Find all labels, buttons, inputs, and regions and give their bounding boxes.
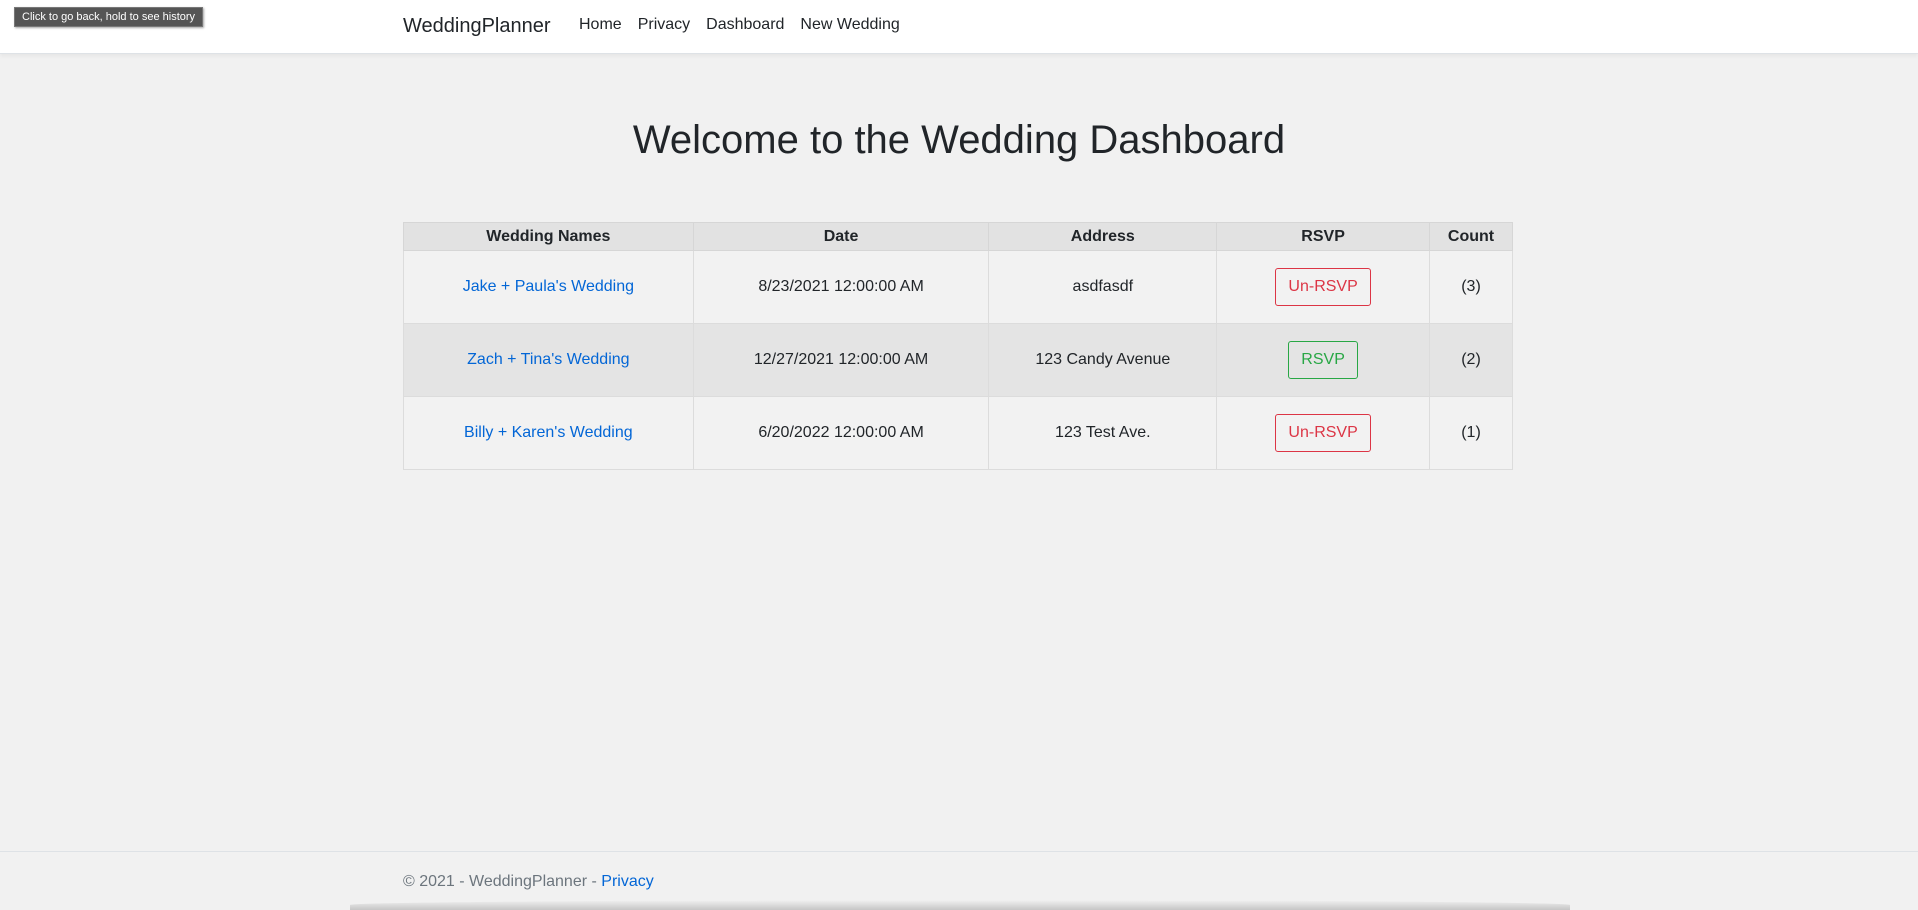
cell-wedding-name: Billy + Karen's Wedding: [403, 396, 694, 470]
cell-count: (3): [1429, 250, 1513, 324]
header-rsvp: RSVP: [1216, 222, 1430, 251]
wedding-link[interactable]: Billy + Karen's Wedding: [464, 424, 633, 441]
wedding-link[interactable]: Jake + Paula's Wedding: [463, 278, 634, 295]
nav-link-new-wedding[interactable]: New Wedding: [792, 15, 907, 35]
header-address: Address: [988, 222, 1218, 251]
cell-date: 12/27/2021 12:00:00 AM: [692, 323, 990, 397]
top-navbar: WeddingPlanner Home Privacy Dashboard Ne…: [0, 0, 1918, 54]
cell-address: 123 Test Ave.: [988, 396, 1218, 470]
cell-date: 8/23/2021 12:00:00 AM: [692, 250, 990, 324]
cell-count: (2): [1429, 323, 1513, 397]
footer-text: © 2021 - WeddingPlanner - Privacy: [403, 872, 654, 892]
un-rsvp-button[interactable]: Un-RSVP: [1275, 414, 1371, 452]
nav-links: Home Privacy Dashboard New Wedding: [571, 15, 908, 35]
footer-copyright: © 2021 - WeddingPlanner -: [403, 873, 602, 890]
cell-rsvp: Un-RSVP: [1216, 396, 1430, 470]
nav-link-dashboard[interactable]: Dashboard: [698, 15, 792, 35]
header-date: Date: [692, 222, 990, 251]
cell-count: (1): [1429, 396, 1513, 470]
header-wedding-names: Wedding Names: [403, 222, 694, 251]
cell-wedding-name: Zach + Tina's Wedding: [403, 323, 694, 397]
header-count: Count: [1429, 222, 1513, 251]
nav-link-home[interactable]: Home: [571, 15, 630, 35]
un-rsvp-button[interactable]: Un-RSVP: [1275, 268, 1371, 306]
page-title: Welcome to the Wedding Dashboard: [632, 118, 1286, 162]
cell-address: asdfasdf: [988, 250, 1218, 324]
table-row: Jake + Paula's Wedding 8/23/2021 12:00:0…: [403, 250, 1513, 324]
nav-link-privacy[interactable]: Privacy: [630, 15, 698, 35]
back-button-tooltip: Click to go back, hold to see history: [14, 7, 204, 27]
table-row: Billy + Karen's Wedding 6/20/2022 12:00:…: [403, 396, 1513, 470]
cell-rsvp: RSVP: [1216, 323, 1430, 397]
cell-address: 123 Candy Avenue: [988, 323, 1218, 397]
cell-wedding-name: Jake + Paula's Wedding: [403, 250, 694, 324]
rsvp-button[interactable]: RSVP: [1288, 341, 1358, 379]
cell-date: 6/20/2022 12:00:00 AM: [692, 396, 990, 470]
cell-rsvp: Un-RSVP: [1216, 250, 1430, 324]
window-bottom-shadow: [350, 900, 1570, 910]
weddings-table: Wedding Names Date Address RSVP Count Ja…: [403, 222, 1513, 470]
footer-privacy-link[interactable]: Privacy: [601, 873, 653, 890]
brand-link[interactable]: WeddingPlanner: [403, 13, 551, 39]
table-row: Zach + Tina's Wedding 12/27/2021 12:00:0…: [403, 323, 1513, 397]
wedding-link[interactable]: Zach + Tina's Wedding: [467, 351, 629, 368]
table-header-row: Wedding Names Date Address RSVP Count: [403, 222, 1513, 251]
